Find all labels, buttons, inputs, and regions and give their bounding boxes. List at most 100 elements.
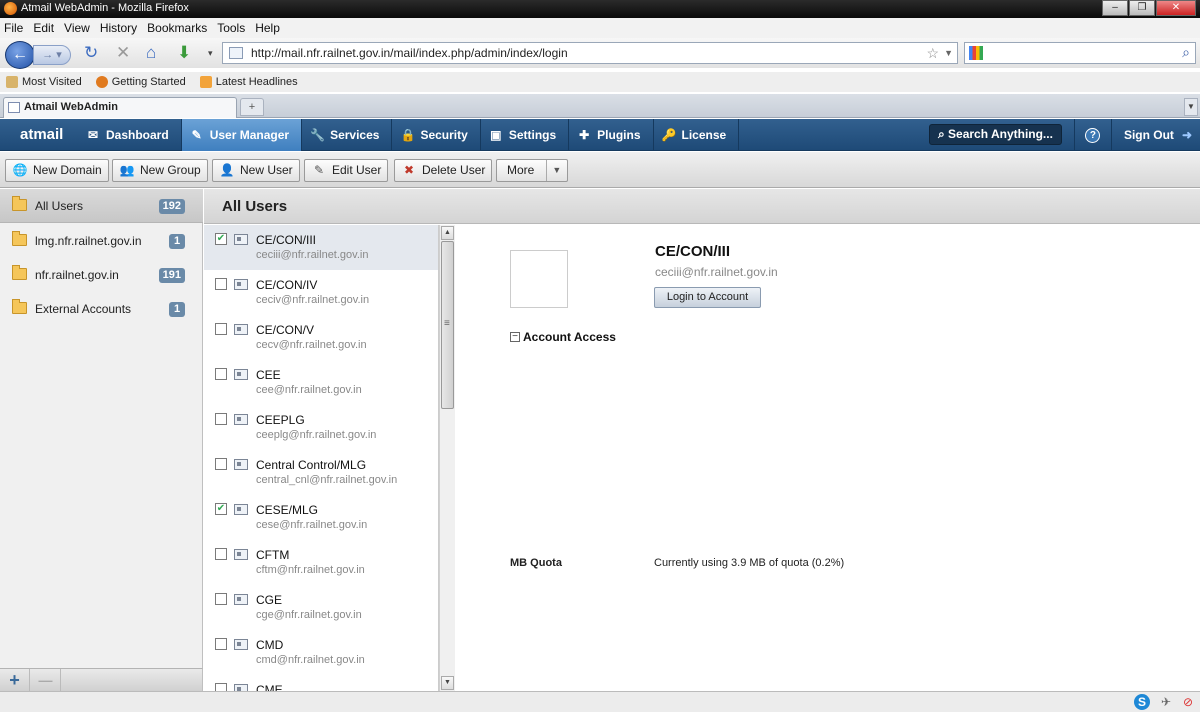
addon-icon[interactable]: ✈	[1158, 694, 1174, 710]
history-dropdown-icon[interactable]: ▾	[208, 43, 213, 63]
bookmark-label: Latest Headlines	[215, 76, 298, 88]
sign-out-button[interactable]: Sign Out ➜	[1112, 119, 1200, 151]
user-checkbox[interactable]	[215, 593, 227, 605]
bookmark-getting-started[interactable]: Getting Started	[95, 76, 186, 88]
url-dropdown-icon[interactable]: ▼	[944, 43, 953, 63]
scroll-down-icon[interactable]: ▼	[441, 676, 454, 690]
button-label: Delete User	[422, 163, 486, 177]
login-to-account-button[interactable]: Login to Account	[654, 287, 761, 308]
contact-card-icon	[234, 279, 248, 290]
nav-user-manager[interactable]: ✎ User Manager	[181, 119, 303, 151]
user-name: CE/CON/V	[256, 323, 315, 337]
nav-plugins[interactable]: ✚ Plugins	[569, 119, 654, 151]
user-row[interactable]: CGE cge@nfr.railnet.gov.in	[204, 585, 438, 630]
user-row[interactable]: CEEPLG ceeplg@nfr.railnet.gov.in	[204, 405, 438, 450]
folder-lmg-domain[interactable]: lmg.nfr.railnet.gov.in 1	[0, 224, 203, 258]
folder-label: lmg.nfr.railnet.gov.in	[35, 234, 142, 248]
minimize-button[interactable]: –	[1102, 0, 1128, 16]
user-checkbox[interactable]	[215, 548, 227, 560]
user-row[interactable]: ✔ CE/CON/III ceciii@nfr.railnet.gov.in	[204, 225, 438, 270]
user-row[interactable]: ✔ CESE/MLG cese@nfr.railnet.gov.in	[204, 495, 438, 540]
menu-bookmarks[interactable]: Bookmarks	[147, 21, 207, 35]
nav-services[interactable]: 🔧 Services	[302, 119, 393, 151]
user-checkbox[interactable]	[215, 278, 227, 290]
nav-settings[interactable]: ▣ Settings	[481, 119, 570, 151]
user-row[interactable]: CMD cmd@nfr.railnet.gov.in	[204, 630, 438, 675]
dashboard-icon: ✉	[87, 128, 99, 142]
bookmark-latest-headlines[interactable]: Latest Headlines	[199, 76, 298, 88]
atmail-logo[interactable]: atmail	[0, 119, 78, 151]
folder-external-accounts[interactable]: External Accounts 1	[0, 292, 203, 326]
user-list-scrollbar[interactable]: ▲ ▼	[439, 225, 455, 691]
reload-icon[interactable]: ↻	[84, 43, 98, 63]
app-navigation: atmail ✉ Dashboard ✎ User Manager 🔧 Serv…	[0, 119, 1200, 151]
user-row[interactable]: CFTM cftm@nfr.railnet.gov.in	[204, 540, 438, 585]
remove-domain-button[interactable]: —	[31, 669, 61, 691]
collapse-icon[interactable]: −	[510, 332, 520, 342]
stop-icon[interactable]: ✕	[116, 43, 130, 63]
nav-security[interactable]: 🔒 Security	[392, 119, 481, 151]
google-icon[interactable]	[969, 46, 983, 60]
account-access-label[interactable]: Account Access	[523, 330, 616, 344]
firefox-icon	[4, 2, 17, 15]
edit-user-button[interactable]: ✎ Edit User	[304, 159, 389, 182]
skype-icon[interactable]: S	[1134, 694, 1150, 710]
security-icon: 🔒	[400, 128, 416, 142]
menu-help[interactable]: Help	[255, 21, 280, 35]
new-group-button[interactable]: 👥 New Group	[112, 159, 208, 182]
menu-history[interactable]: History	[100, 21, 137, 35]
user-row[interactable]: CME	[204, 675, 438, 691]
user-email: cecv@nfr.railnet.gov.in	[256, 339, 367, 351]
user-checkbox[interactable]	[215, 413, 227, 425]
scroll-thumb[interactable]	[441, 241, 454, 409]
new-tab-button[interactable]: +	[240, 98, 264, 116]
user-row[interactable]: CE/CON/V cecv@nfr.railnet.gov.in	[204, 315, 438, 360]
new-user-button[interactable]: 👤 New User	[212, 159, 300, 182]
nav-license[interactable]: 🔑 License	[654, 119, 740, 151]
new-domain-button[interactable]: 🌐 New Domain	[5, 159, 109, 182]
add-domain-button[interactable]: +	[0, 669, 30, 691]
folder-panel-footer: + —	[0, 668, 203, 691]
folder-all-users[interactable]: All Users 192	[0, 189, 203, 223]
user-checkbox[interactable]	[215, 683, 227, 691]
user-row[interactable]: CE/CON/IV ceciv@nfr.railnet.gov.in	[204, 270, 438, 315]
user-checkbox[interactable]: ✔	[215, 503, 227, 515]
nav-dashboard[interactable]: ✉ Dashboard	[78, 119, 182, 151]
maximize-button[interactable]: ❐	[1129, 0, 1155, 16]
menu-tools[interactable]: Tools	[217, 21, 245, 35]
user-checkbox[interactable]	[215, 458, 227, 470]
folder-nfr-domain[interactable]: nfr.railnet.gov.in 191	[0, 258, 203, 292]
user-detail-panel: CE/CON/III ceciii@nfr.railnet.gov.in Log…	[456, 225, 1200, 691]
download-icon[interactable]: ⬇	[177, 43, 191, 63]
menu-view[interactable]: View	[64, 21, 90, 35]
search-bar[interactable]: ⌕	[964, 42, 1196, 64]
forward-button[interactable]: → ▾	[33, 45, 71, 65]
nav-label: Plugins	[597, 128, 641, 142]
block-icon[interactable]: ⊘	[1180, 694, 1196, 710]
home-icon[interactable]: ⌂	[146, 43, 156, 63]
back-button[interactable]: ←	[5, 41, 35, 69]
user-checkbox[interactable]	[215, 368, 227, 380]
delete-user-button[interactable]: ✖ Delete User	[394, 159, 493, 182]
menu-edit[interactable]: Edit	[33, 21, 54, 35]
bookmark-star-icon[interactable]: ☆	[926, 43, 939, 63]
search-icon[interactable]: ⌕	[1182, 44, 1190, 61]
tab-list-dropdown-icon[interactable]: ▼	[1184, 98, 1198, 116]
search-anything-button[interactable]: ⌕ Search Anything...	[928, 124, 1062, 145]
user-row[interactable]: CEE cee@nfr.railnet.gov.in	[204, 360, 438, 405]
user-row[interactable]: Central Control/MLG central_cnl@nfr.rail…	[204, 450, 438, 495]
help-button[interactable]: ?	[1073, 119, 1112, 151]
user-checkbox[interactable]	[215, 323, 227, 335]
tab-atmail-webadmin[interactable]: Atmail WebAdmin	[3, 97, 237, 118]
close-button[interactable]: ✕	[1156, 0, 1196, 16]
bookmark-most-visited[interactable]: Most Visited	[6, 76, 82, 88]
user-name: CEE	[256, 368, 281, 382]
menu-file[interactable]: File	[4, 21, 23, 35]
user-checkbox[interactable]	[215, 638, 227, 650]
bookmarks-toolbar: Most Visited Getting Started Latest Head…	[0, 72, 1200, 92]
scroll-up-icon[interactable]: ▲	[441, 226, 454, 240]
user-checkbox[interactable]: ✔	[215, 233, 227, 245]
more-button[interactable]: More ▼	[496, 159, 569, 182]
new-user-icon: 👤	[219, 163, 235, 177]
url-bar[interactable]: http://mail.nfr.railnet.gov.in/mail/inde…	[222, 42, 958, 64]
